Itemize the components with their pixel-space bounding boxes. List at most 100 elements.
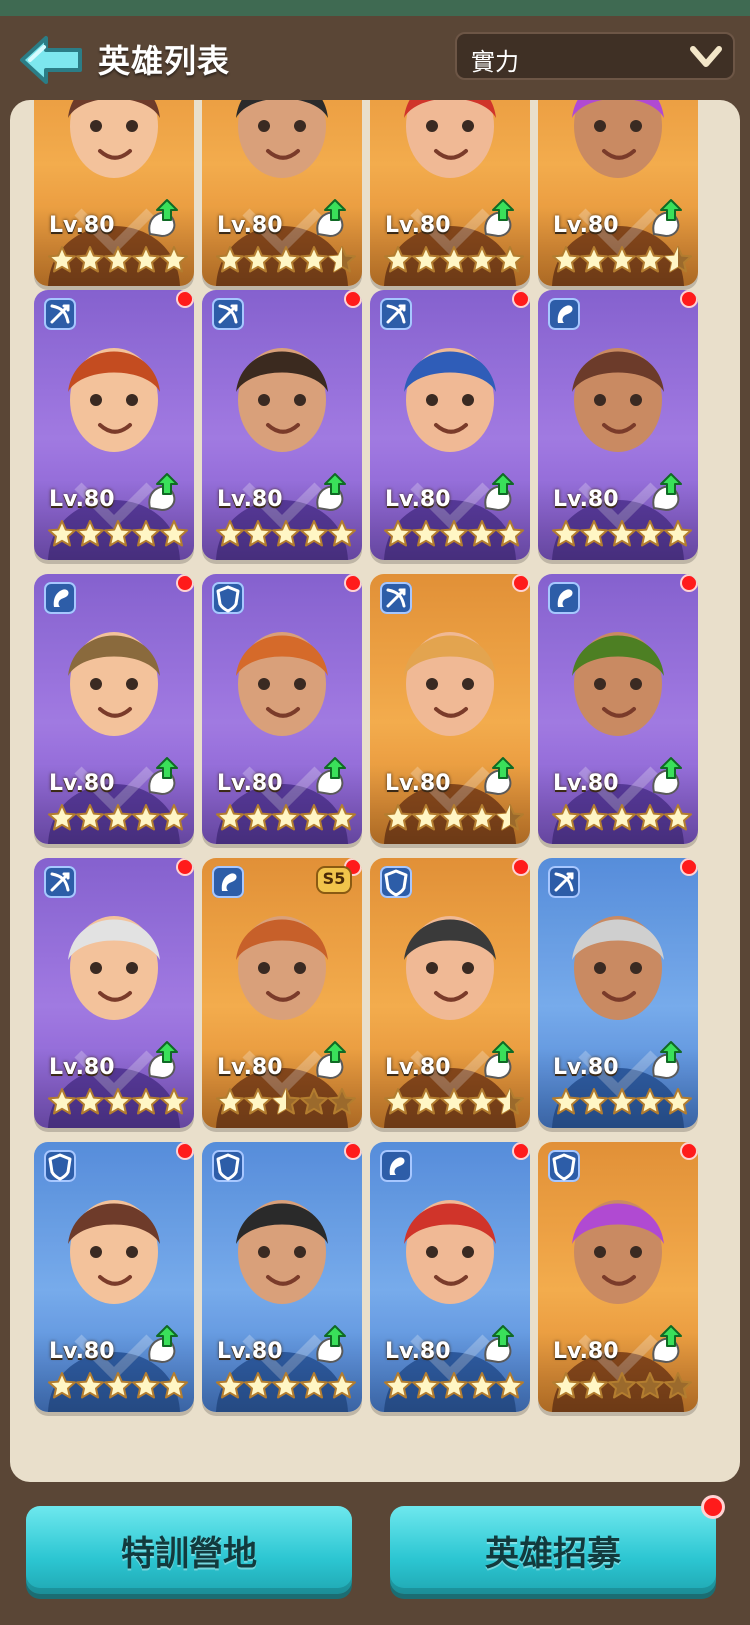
- notification-dot: [178, 292, 192, 306]
- hero-card[interactable]: Lv.80: [34, 574, 194, 844]
- shield-icon: [380, 866, 412, 898]
- hero-stars: [48, 520, 188, 548]
- notification-dot: [178, 576, 192, 590]
- hero-recruit-button[interactable]: 英雄招募: [390, 1498, 722, 1594]
- hero-level: Lv.80: [217, 1339, 283, 1364]
- bow-icon: [44, 866, 76, 898]
- hero-card[interactable]: Lv.80: [370, 574, 530, 844]
- upgrade-available-icon: [476, 1038, 520, 1082]
- hero-stars: [384, 520, 524, 548]
- hero-stars: [384, 1372, 524, 1400]
- upgrade-available-icon: [644, 1322, 688, 1366]
- hero-list-panel: Lv.80 Lv.80 Lv.80 Lv.80 Lv.80 Lv.80 Lv.8…: [10, 100, 740, 1482]
- hero-card[interactable]: Lv.80: [34, 100, 194, 286]
- notification-dot: [346, 1144, 360, 1158]
- upgrade-available-icon: [308, 1038, 352, 1082]
- notification-dot: [514, 292, 528, 306]
- hero-card[interactable]: Lv.80: [370, 858, 530, 1128]
- hero-stars: [48, 1088, 188, 1116]
- bow-icon: [548, 866, 580, 898]
- page-title: 英雄列表: [98, 42, 231, 80]
- hero-level: Lv.80: [217, 213, 283, 238]
- hero-level: Lv.80: [553, 1055, 619, 1080]
- hero-level: Lv.80: [385, 771, 451, 796]
- hero-stars: [384, 1088, 524, 1116]
- hero-card[interactable]: Lv.80: [370, 100, 530, 286]
- bow-icon: [212, 298, 244, 330]
- upgrade-available-icon: [308, 196, 352, 240]
- upgrade-available-icon: [476, 1322, 520, 1366]
- upgrade-available-icon: [308, 754, 352, 798]
- shield-icon: [548, 1150, 580, 1182]
- notification-dot: [682, 860, 696, 874]
- hero-stars: [552, 520, 692, 548]
- hero-card[interactable]: Lv.80: [538, 574, 698, 844]
- s5-badge-text: S5: [322, 869, 346, 888]
- upgrade-available-icon: [140, 754, 184, 798]
- hero-card[interactable]: Lv.80: [538, 100, 698, 286]
- hero-card[interactable]: Lv.80: [202, 574, 362, 844]
- hero-grid[interactable]: Lv.80 Lv.80 Lv.80 Lv.80 Lv.80 Lv.80 Lv.8…: [34, 100, 724, 1482]
- hero-card[interactable]: Lv.80: [538, 290, 698, 560]
- hero-level: Lv.80: [49, 771, 115, 796]
- shield-icon: [44, 1150, 76, 1182]
- hero-level: Lv.80: [553, 487, 619, 512]
- hero-card[interactable]: Lv.80: [202, 1142, 362, 1412]
- back-arrow-icon: [20, 36, 82, 84]
- notification-dot: [682, 292, 696, 306]
- notification-dot: [346, 292, 360, 306]
- shield-icon: [212, 1150, 244, 1182]
- hero-stars: [552, 1088, 692, 1116]
- hero-level: Lv.80: [217, 1055, 283, 1080]
- bow-icon: [380, 298, 412, 330]
- hero-stars: [48, 246, 188, 274]
- upgrade-available-icon: [140, 470, 184, 514]
- horse-icon: [548, 582, 580, 614]
- hero-stars: [216, 246, 356, 274]
- upgrade-available-icon: [476, 196, 520, 240]
- top-strip: [0, 0, 750, 16]
- notification-dot: [704, 1498, 722, 1516]
- hero-stars: [48, 1372, 188, 1400]
- hero-level: Lv.80: [385, 487, 451, 512]
- hero-card[interactable]: Lv.80: [34, 1142, 194, 1412]
- upgrade-available-icon: [644, 754, 688, 798]
- hero-card[interactable]: Lv.80: [202, 100, 362, 286]
- horse-icon: [380, 1150, 412, 1182]
- hero-stars: [552, 804, 692, 832]
- hero-level: Lv.80: [49, 487, 115, 512]
- upgrade-available-icon: [644, 196, 688, 240]
- hero-card[interactable]: Lv.80: [538, 858, 698, 1128]
- hero-card[interactable]: Lv.80: [202, 290, 362, 560]
- hero-stars: [216, 804, 356, 832]
- back-button[interactable]: [16, 30, 86, 90]
- hero-stars: [216, 1088, 356, 1116]
- bow-icon: [44, 298, 76, 330]
- hero-level: Lv.80: [385, 1339, 451, 1364]
- hero-card[interactable]: S5 Lv.80: [202, 858, 362, 1128]
- hero-stars: [48, 804, 188, 832]
- hero-card[interactable]: Lv.80: [34, 290, 194, 560]
- notification-dot: [178, 860, 192, 874]
- horse-icon: [212, 866, 244, 898]
- upgrade-available-icon: [476, 470, 520, 514]
- hero-level: Lv.80: [49, 1055, 115, 1080]
- hero-stars: [216, 520, 356, 548]
- hero-level: Lv.80: [385, 1055, 451, 1080]
- hero-recruit-label: 英雄招募: [485, 1534, 621, 1574]
- sort-dropdown[interactable]: 實力: [455, 32, 735, 80]
- upgrade-available-icon: [644, 1038, 688, 1082]
- hero-card[interactable]: Lv.80: [34, 858, 194, 1128]
- hero-card[interactable]: Lv.80: [370, 1142, 530, 1412]
- upgrade-available-icon: [308, 1322, 352, 1366]
- training-camp-button[interactable]: 特訓營地: [26, 1506, 352, 1594]
- hero-card[interactable]: Lv.80: [370, 290, 530, 560]
- upgrade-available-icon: [308, 470, 352, 514]
- hero-level: Lv.80: [385, 213, 451, 238]
- hero-level: Lv.80: [553, 1339, 619, 1364]
- hero-level: Lv.80: [553, 771, 619, 796]
- hero-card[interactable]: Lv.80: [538, 1142, 698, 1412]
- hero-stars: [384, 804, 524, 832]
- hero-stars: [384, 246, 524, 274]
- upgrade-available-icon: [140, 1322, 184, 1366]
